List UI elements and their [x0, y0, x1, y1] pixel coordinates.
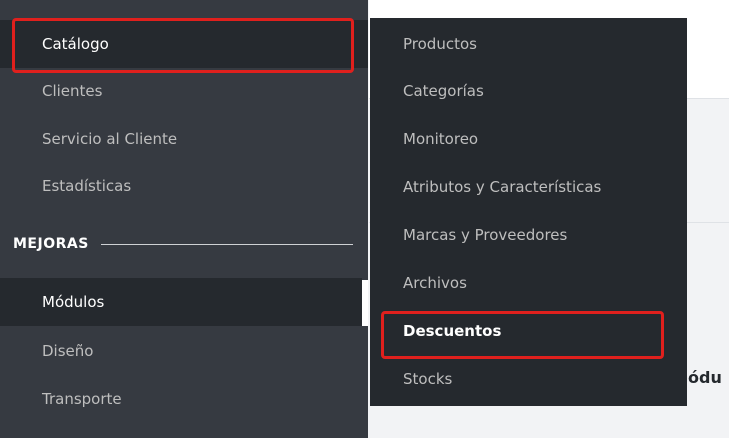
submenu-item-productos[interactable]: Productos — [370, 20, 687, 68]
section-header-mejoras: MEJORAS — [13, 230, 353, 258]
section-header-label: MEJORAS — [13, 236, 89, 252]
sidebar-item-modulos[interactable]: Módulos — [0, 278, 362, 326]
sidebar-scroll-indicator — [362, 280, 368, 326]
sidebar-item-transporte[interactable]: Transporte — [0, 375, 368, 423]
submenu-item-monitoreo[interactable]: Monitoreo — [370, 115, 687, 163]
submenu-item-categorias[interactable]: Categorías — [370, 67, 687, 115]
page-heading-fragment: ódu — [688, 368, 722, 387]
submenu-item-stocks[interactable]: Stocks — [370, 355, 687, 403]
sidebar-item-diseno[interactable]: Diseño — [0, 327, 368, 375]
submenu-item-archivos[interactable]: Archivos — [370, 259, 687, 307]
sidebar-item-estadisticas[interactable]: Estadísticas — [0, 162, 368, 210]
admin-sidebar: Catálogo Clientes Servicio al Cliente Es… — [0, 0, 368, 438]
submenu-item-marcas-proveedores[interactable]: Marcas y Proveedores — [370, 211, 687, 259]
submenu-item-descuentos[interactable]: Descuentos — [370, 307, 687, 355]
submenu-item-atributos[interactable]: Atributos y Características — [370, 163, 687, 211]
sidebar-item-clientes[interactable]: Clientes — [0, 67, 368, 115]
catalog-submenu: Productos Categorías Monitoreo Atributos… — [370, 18, 687, 406]
sidebar-item-servicio-al-cliente[interactable]: Servicio al Cliente — [0, 115, 368, 163]
sidebar-item-catalogo[interactable]: Catálogo — [0, 20, 368, 68]
section-divider — [100, 243, 353, 245]
